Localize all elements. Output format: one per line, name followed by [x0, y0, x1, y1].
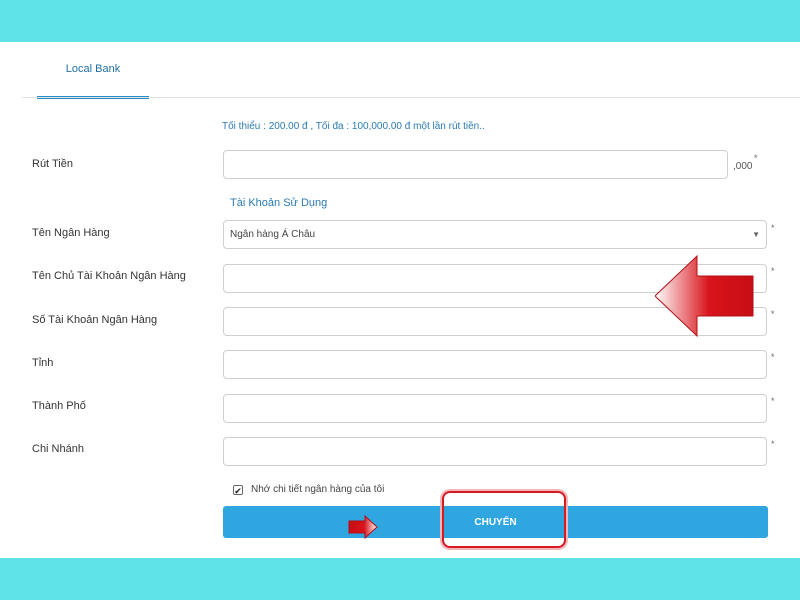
required-mark: *	[771, 396, 775, 406]
withdraw-limits-text: Tối thiểu : 200.00 đ , Tối đa : 100,000.…	[222, 121, 485, 132]
withdraw-panel: Local Bank Tối thiểu : 200.00 đ , Tối đa…	[0, 42, 800, 558]
account-section-title: Tài Khoản Sử Dụng	[230, 197, 328, 209]
required-mark: *	[771, 309, 775, 319]
bank-name-selected-value: Ngân hàng Á Châu	[230, 229, 316, 240]
bank-name-select[interactable]: Ngân hàng Á Châu ▼	[223, 220, 767, 249]
chevron-down-icon: ▼	[752, 230, 760, 239]
right-arrow-annotation-icon	[348, 515, 378, 539]
tab-local-bank[interactable]: Local Bank	[37, 42, 149, 99]
withdraw-amount-input[interactable]	[223, 150, 728, 179]
amount-suffix: ,000	[733, 161, 753, 172]
highlight-box	[442, 491, 566, 548]
branch-input[interactable]	[223, 437, 767, 466]
city-label: Thành Phố	[32, 400, 86, 412]
account-number-label: Số Tài Khoản Ngân Hàng	[32, 314, 158, 326]
tab-divider	[22, 97, 800, 98]
account-holder-label: Tên Chủ Tài Khoản Ngân Hàng	[32, 270, 186, 282]
required-mark: *	[771, 266, 775, 276]
province-input[interactable]	[223, 350, 767, 379]
remember-bank-checkbox[interactable]: ✔	[233, 485, 243, 496]
left-arrow-annotation-icon	[655, 254, 754, 338]
required-mark: *	[754, 153, 758, 163]
branch-label: Chi Nhánh	[32, 443, 84, 455]
bank-name-label: Tên Ngân Hàng	[32, 227, 110, 239]
required-mark: *	[771, 439, 775, 449]
withdraw-amount-label: Rút Tiền	[32, 158, 73, 170]
city-input[interactable]	[223, 394, 767, 423]
province-label: Tỉnh	[32, 357, 54, 369]
remember-bank-label: Nhớ chi tiết ngân hàng của tôi	[251, 484, 385, 495]
required-mark: *	[771, 223, 775, 233]
required-mark: *	[771, 352, 775, 362]
